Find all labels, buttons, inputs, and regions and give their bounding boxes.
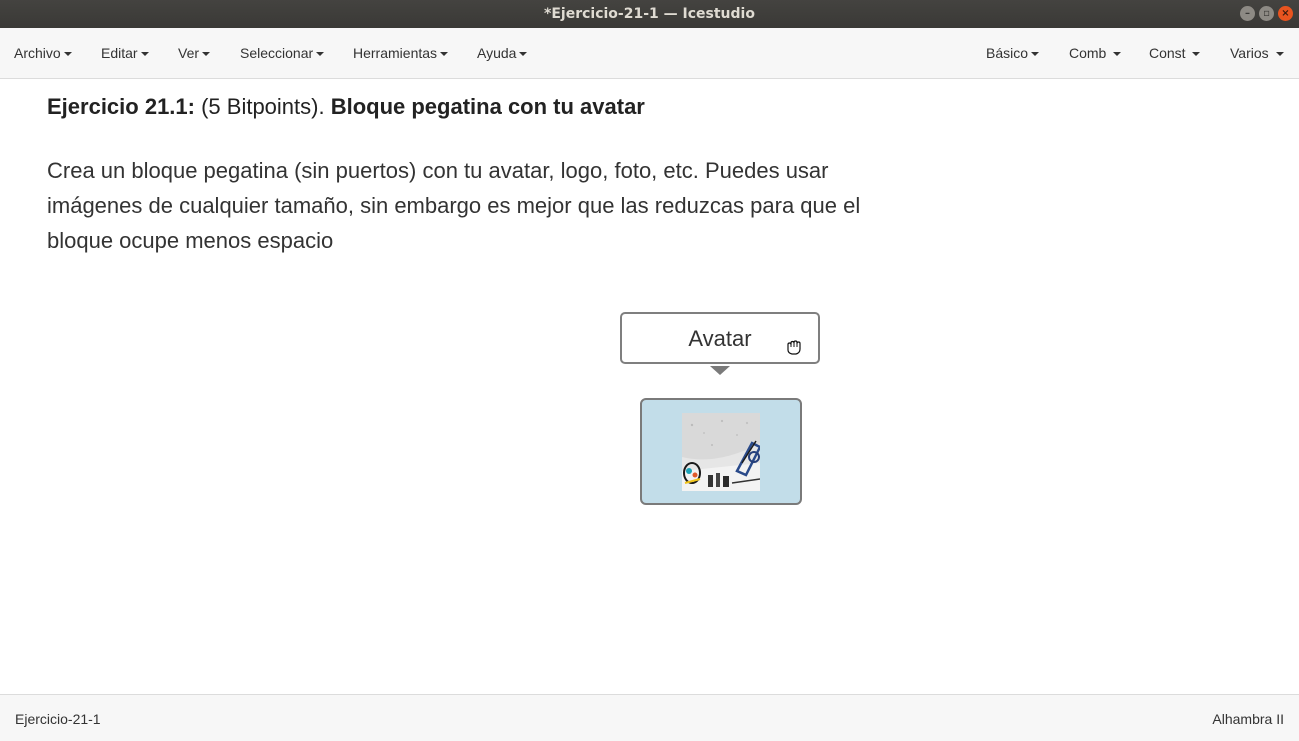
title-bar: *Ejercicio-21-1 — Icestudio – ▫ × xyxy=(0,0,1299,28)
menu-basico-label: Básico xyxy=(986,45,1029,61)
menu-herramientas[interactable]: Herramientas xyxy=(353,45,449,61)
menu-basico[interactable]: Básico xyxy=(986,45,1040,61)
exercise-heading: Ejercicio 21.1: (5 Bitpoints). Bloque pe… xyxy=(47,94,645,120)
menu-varios[interactable]: Varios xyxy=(1230,45,1284,61)
icestudio-window: *Ejercicio-21-1 — Icestudio – ▫ × Archiv… xyxy=(0,0,1299,741)
status-bar: Ejercicio-21-1 Alhambra II xyxy=(0,694,1299,741)
menu-editar-label: Editar xyxy=(101,45,138,61)
menu-varios-label: Varios xyxy=(1230,45,1269,61)
avatar-image xyxy=(682,413,760,491)
maximize-icon[interactable]: ▫ xyxy=(1259,6,1274,21)
chevron-down-icon xyxy=(1192,52,1201,57)
menu-ayuda-label: Ayuda xyxy=(477,45,517,61)
menu-ver-label: Ver xyxy=(178,45,200,61)
sticker-block[interactable] xyxy=(640,398,802,505)
heading-points: (5 Bitpoints). xyxy=(194,94,331,119)
menu-const[interactable]: Const xyxy=(1149,45,1201,61)
menu-editar[interactable]: Editar xyxy=(101,45,149,61)
chevron-down-icon xyxy=(1275,52,1284,57)
chevron-down-icon xyxy=(63,52,72,57)
chevron-down-icon xyxy=(140,52,149,57)
menu-herramientas-label: Herramientas xyxy=(353,45,438,61)
menu-bar: Archivo Editar Ver Seleccionar Herramien… xyxy=(0,28,1299,79)
menu-seleccionar-label: Seleccionar xyxy=(240,45,314,61)
chevron-down-icon xyxy=(1113,52,1122,57)
window-controls: – ▫ × xyxy=(1240,6,1293,21)
heading-exercise-number: Ejercicio 21.1: xyxy=(47,94,195,119)
chevron-down-icon xyxy=(440,52,449,57)
menu-comb[interactable]: Comb xyxy=(1069,45,1122,61)
menu-comb-label: Comb xyxy=(1069,45,1107,61)
menu-seleccionar[interactable]: Seleccionar xyxy=(240,45,325,61)
minimize-icon[interactable]: – xyxy=(1240,6,1255,21)
close-icon[interactable]: × xyxy=(1278,6,1293,21)
status-project-name: Ejercicio-21-1 xyxy=(15,711,101,727)
menu-const-label: Const xyxy=(1149,45,1186,61)
heading-title: Bloque pegatina con tu avatar xyxy=(330,94,645,119)
chevron-down-icon xyxy=(202,52,211,57)
exercise-description: Crea un bloque pegatina (sin puertos) co… xyxy=(47,158,861,253)
menu-archivo-label: Archivo xyxy=(14,45,61,61)
design-canvas[interactable]: Ejercicio 21.1: (5 Bitpoints). Bloque pe… xyxy=(0,79,1299,694)
label-pointer-icon xyxy=(710,366,730,375)
status-board-selector[interactable]: Alhambra II xyxy=(1212,711,1284,727)
hand-grab-icon xyxy=(784,339,804,362)
chevron-down-icon xyxy=(519,52,528,57)
chevron-down-icon xyxy=(316,52,325,57)
menu-ver[interactable]: Ver xyxy=(178,45,211,61)
chevron-down-icon xyxy=(1031,52,1040,57)
menu-ayuda[interactable]: Ayuda xyxy=(477,45,528,61)
window-title: *Ejercicio-21-1 — Icestudio xyxy=(544,6,755,22)
menu-archivo[interactable]: Archivo xyxy=(14,45,72,61)
